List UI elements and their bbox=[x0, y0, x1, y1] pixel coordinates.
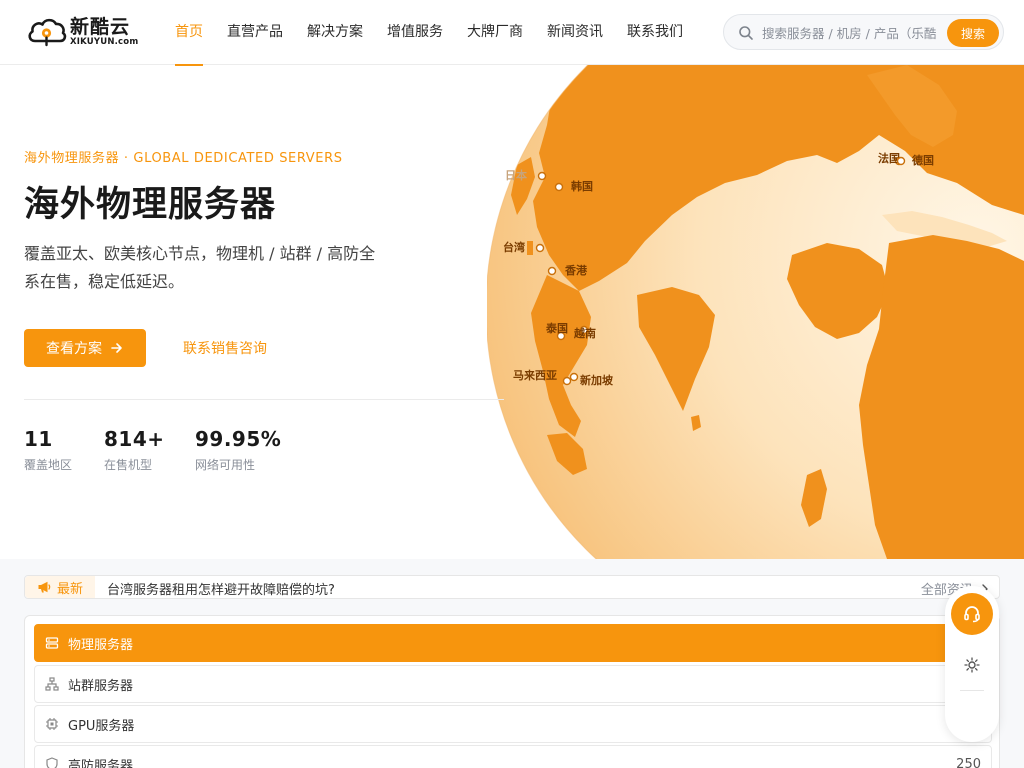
marker-taiwan[interactable] bbox=[535, 243, 545, 253]
map-label-france: 法国 bbox=[878, 151, 900, 165]
products-section: 最新 台湾服务器租用怎样避开故障赔偿的坑? 全部资讯 物理服务器 站群服务器 G… bbox=[0, 559, 1024, 768]
category-label: 高防服务器 bbox=[68, 758, 134, 768]
stat-label: 覆盖地区 bbox=[24, 458, 73, 472]
hero-eyebrow: 海外物理服务器 · GLOBAL DEDICATED SERVERS bbox=[24, 151, 343, 166]
map-label-malaysia: 马来西亚 bbox=[513, 368, 557, 382]
headset-icon bbox=[964, 606, 980, 623]
search-box: 搜索 bbox=[723, 14, 1004, 50]
sun-icon bbox=[964, 657, 980, 673]
category-ddos-server[interactable]: 高防服务器 250 bbox=[34, 745, 992, 768]
hero-section: 日本 韩国 台湾 香港 泰国 越南 马来西亚 新加坡 法国 德国 海外物理服务器… bbox=[0, 65, 1024, 559]
category-count: 250 bbox=[956, 756, 981, 768]
hero-title: 海外物理服务器 bbox=[24, 185, 277, 225]
map-label-hongkong: 香港 bbox=[564, 263, 588, 277]
news-tag-label: 最新 bbox=[56, 581, 83, 597]
nav-value-added[interactable]: 增值服务 bbox=[387, 0, 443, 65]
search-input[interactable] bbox=[762, 21, 940, 45]
search-icon bbox=[739, 26, 753, 40]
top-header: 新酷云 XIKUYUN.com 首页 直营产品 解决方案 增值服务 大牌厂商 新… bbox=[0, 0, 1024, 66]
map-label-singapore: 新加坡 bbox=[580, 373, 614, 387]
stat-models: 814+ 在售机型 bbox=[104, 427, 165, 473]
nav-vendors[interactable]: 大牌厂商 bbox=[467, 0, 523, 65]
contact-sales-link[interactable]: 联系销售咨询 bbox=[183, 338, 267, 358]
megaphone-icon bbox=[38, 581, 51, 593]
stat-availability: 99.95% 网络可用性 bbox=[195, 427, 281, 473]
category-label: GPU服务器 bbox=[68, 718, 135, 734]
hero-description: 覆盖亚太、欧美核心节点，物理机 / 站群 / 高防全系在售，稳定低延迟。 bbox=[24, 244, 376, 291]
brand-domain: XIKUYUN.com bbox=[70, 37, 139, 47]
floating-toolbar bbox=[945, 586, 999, 742]
nav-news[interactable]: 新闻资讯 bbox=[547, 0, 603, 65]
category-physical-server[interactable]: 物理服务器 bbox=[34, 624, 992, 662]
category-panel: 物理服务器 站群服务器 GPU服务器 高防服务器 250 bbox=[24, 615, 1000, 768]
category-site-group-server[interactable]: 站群服务器 bbox=[34, 665, 992, 703]
stat-regions: 11 覆盖地区 bbox=[24, 427, 72, 473]
marker-singapore[interactable] bbox=[569, 372, 579, 382]
chip-icon bbox=[45, 717, 59, 731]
brand-logo[interactable]: 新酷云 XIKUYUN.com bbox=[26, 14, 146, 50]
toolbar-divider bbox=[960, 690, 984, 691]
view-plans-label: 查看方案 bbox=[46, 341, 102, 357]
map-label-thailand: 泰国 bbox=[545, 321, 568, 335]
marker-malaysia[interactable] bbox=[562, 376, 572, 386]
map-label-taiwan: 台湾 bbox=[503, 240, 525, 254]
map-label-germany: 德国 bbox=[911, 153, 934, 167]
map-label-vietnam: 越南 bbox=[573, 326, 596, 340]
shield-icon bbox=[45, 757, 59, 768]
cloud-logo-icon bbox=[28, 18, 67, 47]
stat-value: 99.95% bbox=[195, 427, 282, 451]
category-gpu-server[interactable]: GPU服务器 bbox=[34, 705, 992, 743]
news-headline[interactable]: 台湾服务器租用怎样避开故障赔偿的坑? bbox=[107, 579, 335, 598]
customer-service-button[interactable] bbox=[951, 593, 993, 635]
nav-home[interactable]: 首页 bbox=[175, 0, 203, 66]
map-label-japan: 日本 bbox=[505, 168, 527, 182]
marker-korea[interactable] bbox=[554, 182, 564, 192]
view-plans-button[interactable]: 查看方案 bbox=[24, 329, 146, 367]
category-label: 站群服务器 bbox=[68, 678, 134, 694]
marker-germany[interactable] bbox=[896, 156, 906, 166]
stat-label: 在售机型 bbox=[104, 458, 153, 472]
brand-name: 新酷云 bbox=[70, 16, 131, 38]
main-nav: 首页 直营产品 解决方案 增值服务 大牌厂商 新闻资讯 联系我们 bbox=[163, 0, 695, 66]
theme-toggle-button[interactable] bbox=[962, 655, 982, 675]
stat-value: 814+ bbox=[104, 427, 165, 451]
marker-japan[interactable] bbox=[537, 171, 547, 181]
hero-divider bbox=[24, 399, 504, 400]
arrow-right-icon bbox=[111, 343, 122, 353]
world-globe-map: 日本 韩国 台湾 香港 泰国 越南 马来西亚 新加坡 法国 德国 bbox=[487, 65, 1024, 559]
nav-direct-products[interactable]: 直营产品 bbox=[227, 0, 283, 65]
nav-contact[interactable]: 联系我们 bbox=[627, 0, 683, 65]
map-label-korea: 韩国 bbox=[571, 179, 593, 193]
search-button[interactable]: 搜索 bbox=[947, 19, 999, 47]
nav-solutions[interactable]: 解决方案 bbox=[307, 0, 363, 65]
stat-label: 网络可用性 bbox=[195, 458, 256, 472]
category-label: 物理服务器 bbox=[68, 637, 134, 653]
marker-hongkong[interactable] bbox=[547, 266, 557, 276]
stat-value: 11 bbox=[24, 427, 53, 451]
server-icon bbox=[45, 636, 59, 650]
news-ticker: 最新 台湾服务器租用怎样避开故障赔偿的坑? 全部资讯 bbox=[24, 575, 1000, 599]
news-tag: 最新 bbox=[25, 576, 95, 598]
network-icon bbox=[45, 677, 59, 691]
